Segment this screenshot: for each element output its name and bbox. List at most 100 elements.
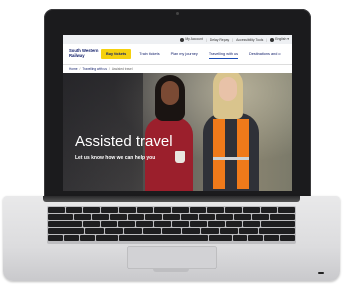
laptop-hinge [43,196,300,202]
hero-person-right-face [219,77,237,101]
webcam [176,12,179,15]
hi-vis-stripe [213,157,249,160]
globe-icon [270,37,275,42]
keyboard-row [48,207,296,213]
keyboard-row [48,221,296,227]
key [216,214,234,220]
key [154,207,172,213]
breadcrumb-separator: / [108,67,110,71]
keyboard-row [48,228,296,234]
hi-vis-vest-left [213,119,225,189]
laptop-base [3,196,340,281]
hero-title: Assisted travel [75,133,173,150]
key [248,235,264,241]
hi-vis-vest-right [237,119,249,189]
key [118,207,136,213]
key [207,207,225,213]
key [220,228,239,234]
coffee-cup [175,151,185,163]
key [172,221,189,227]
key [136,221,154,227]
my-account-link[interactable]: My Account [180,37,203,42]
breadcrumb-separator: / [79,67,81,71]
buy-tickets-button[interactable]: Buy tickets [101,49,132,59]
key [278,207,296,213]
key [74,214,91,220]
hero-banner: Assisted travel Let us know how we can h… [63,73,292,191]
divider: | [205,37,207,42]
key [260,207,278,213]
hero-subtitle: Let us know how we can help you [75,155,156,161]
account-icon [180,37,185,42]
spacebar [118,235,209,241]
key [225,207,242,213]
hero-person-left [145,117,193,191]
key [232,235,248,241]
key [63,235,79,241]
key [79,235,95,241]
nav-destinations[interactable]: Destinations and o [249,52,280,56]
key [101,207,118,213]
key [264,235,280,241]
key [189,207,207,213]
key [209,235,232,241]
key [91,214,109,220]
hero-person-right [203,113,259,191]
delay-repay-link[interactable]: Delay Repay [210,38,229,42]
key [127,214,145,220]
key [234,214,251,220]
key [118,221,136,227]
key [225,221,243,227]
site-logo[interactable]: South Western Railway [69,49,101,58]
key [258,228,296,234]
key [243,221,261,227]
key [143,228,162,234]
accessibility-tools-link[interactable]: Accessibility Tools [236,38,263,42]
nav-plan-my-journey[interactable]: Plan my journey [171,52,198,56]
key [82,221,100,227]
key [162,228,181,234]
status-light [318,272,324,274]
chevron-down-icon: ▾ [287,37,289,42]
key [198,214,216,220]
laptop-screen: My Account | Delay Repay | Accessibility… [63,35,292,191]
breadcrumb-travelling-with-us[interactable]: Travelling with us [82,67,107,71]
utility-bar: My Account | Delay Repay | Accessibility… [63,35,292,44]
key [239,228,258,234]
key [242,207,260,213]
key [85,228,104,234]
trackpad [127,246,217,269]
key [251,214,269,220]
nav-travelling-with-us[interactable]: Travelling with us [208,52,239,59]
laptop-lid: My Account | Delay Repay | Accessibility… [44,9,311,200]
key [172,207,189,213]
key [136,207,154,213]
keyboard-row [48,214,295,220]
key [95,235,118,241]
key [109,214,127,220]
keyboard-row [48,235,295,241]
key [65,207,83,213]
key [269,214,295,220]
key [154,221,172,227]
key [123,228,143,234]
key [145,214,163,220]
key [48,214,74,220]
divider: | [232,37,234,42]
hero-background-shadow [63,73,143,191]
key [48,228,85,234]
main-navigation: South Western Railway Buy tickets Train … [63,44,292,65]
language-selector[interactable]: English ▾ [270,37,289,42]
breadcrumb: Home / Travelling with us / Assisted tra… [63,65,292,73]
key [48,235,63,241]
nav-train-tickets[interactable]: Train tickets [139,52,159,56]
key [83,207,101,213]
divider: | [266,37,268,42]
key [163,214,180,220]
laptop-mockup: My Account | Delay Repay | Accessibility… [0,0,343,284]
key [261,221,296,227]
key [181,228,200,234]
breadcrumb-home[interactable]: Home [69,67,78,71]
key [207,221,225,227]
key [280,235,295,241]
